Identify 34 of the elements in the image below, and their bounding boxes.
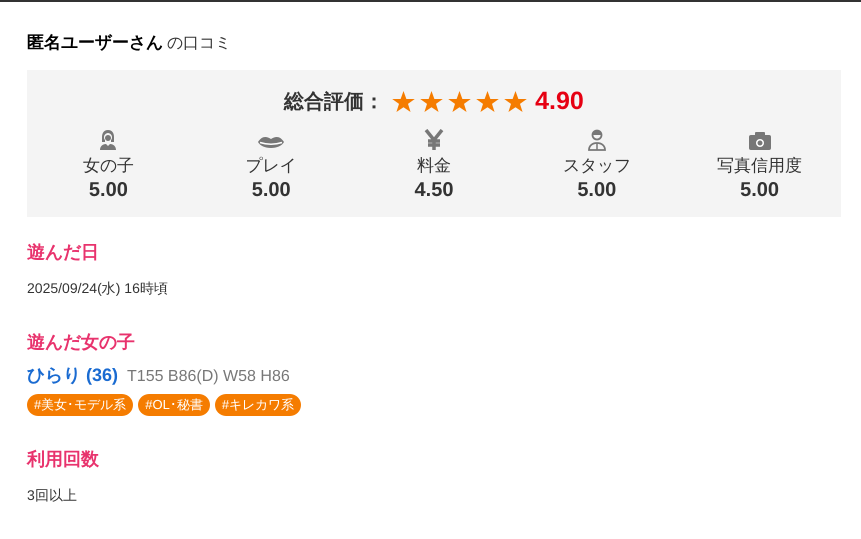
category-score: 5.00 xyxy=(252,178,291,203)
category-score: 4.50 xyxy=(414,178,454,203)
star-icon xyxy=(504,90,528,113)
overall-score: 4.90 xyxy=(535,86,584,117)
person-icon xyxy=(586,128,607,150)
category-label: プレイ xyxy=(246,154,297,176)
girl-measurements: T155 B86(D) W58 H86 xyxy=(127,367,290,387)
section-heading: 遊んだ女の子 xyxy=(27,331,136,354)
star-icon xyxy=(392,90,416,113)
star-icon xyxy=(476,90,500,113)
category-score: 5.00 xyxy=(88,178,128,203)
category-score: 5.00 xyxy=(577,178,616,203)
category-label: 女の子 xyxy=(82,154,134,176)
tag-chip[interactable]: #キレカワ系 xyxy=(214,394,302,416)
category-score: 5.00 xyxy=(740,178,780,203)
section-text: 3回以上 xyxy=(27,486,78,504)
section-heading: 利用回数 xyxy=(27,448,100,470)
review-label: の口コミ xyxy=(167,34,231,54)
overall-rating-label: 総合評価： xyxy=(284,90,384,115)
yen-icon xyxy=(424,128,444,150)
star-icon xyxy=(420,90,444,113)
reviewer-name: 匿名ユーザーさん xyxy=(27,32,163,54)
section-heading: 遊んだ日 xyxy=(27,241,100,264)
category-label: 料金 xyxy=(416,154,451,176)
section-text: 2025/09/24(水) 16時頃 xyxy=(27,279,169,298)
star-icon xyxy=(448,90,472,113)
girl-name-link[interactable]: ひらり (36) xyxy=(27,362,118,389)
tag-chip[interactable]: #美女･モデル系 xyxy=(27,394,134,416)
lips-icon xyxy=(257,134,286,150)
woman-icon xyxy=(98,128,118,150)
tag-chip[interactable]: #OL･秘書 xyxy=(138,394,210,416)
category-label: 写真信用度 xyxy=(717,154,802,176)
category-label: スタッフ xyxy=(562,154,631,176)
camera-icon xyxy=(748,130,772,150)
